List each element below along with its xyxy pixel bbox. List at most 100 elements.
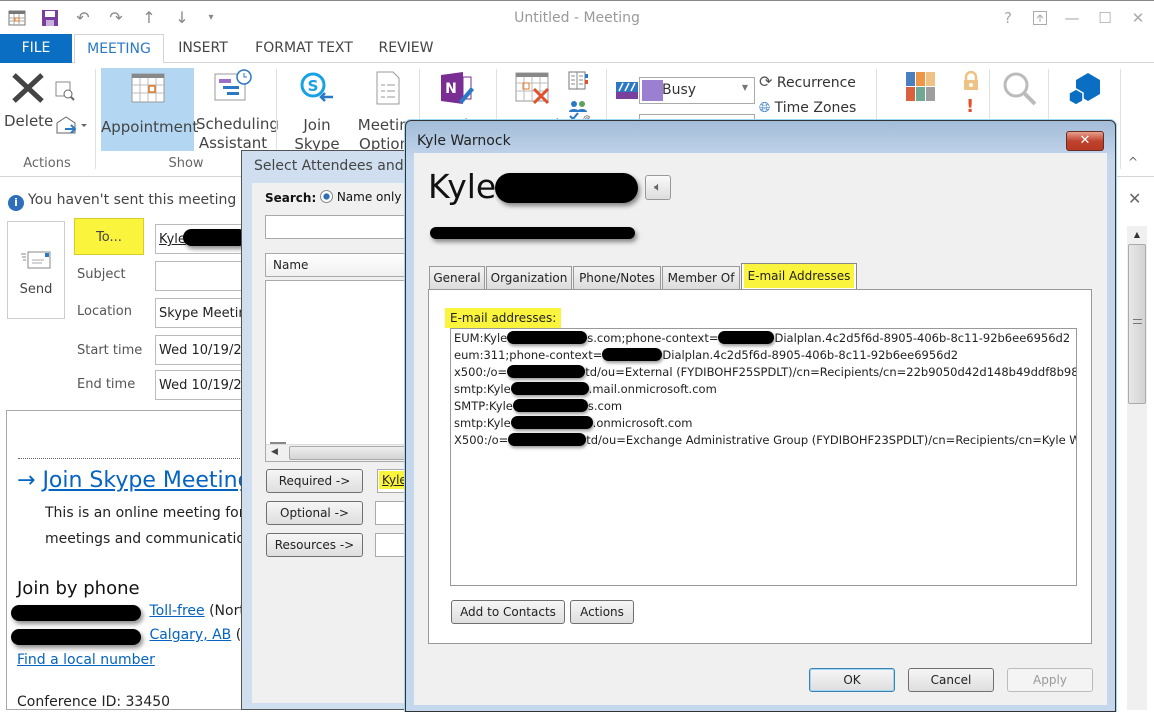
- tab-file[interactable]: FILE: [0, 34, 72, 63]
- address-row[interactable]: smtp:Kyle .onmicrosoft.com: [454, 415, 1073, 432]
- send-label: Send: [19, 282, 53, 297]
- close-window-icon[interactable]: ✕: [1126, 7, 1150, 29]
- save-icon[interactable]: [41, 9, 59, 27]
- scroll-up-arrow-icon[interactable]: ▲: [1127, 226, 1147, 239]
- address-suffix: td/ou=External (FYDIBOHF25SPDLT)/cn=Reci…: [585, 365, 1077, 379]
- show-as-icon: [616, 82, 638, 104]
- add-to-contacts-button[interactable]: Add to Contacts: [451, 600, 565, 624]
- redacted-phone: [11, 605, 141, 621]
- location-label: Location: [77, 304, 132, 319]
- tab-general[interactable]: General: [429, 266, 485, 289]
- to-button[interactable]: To...: [74, 218, 144, 255]
- tab-email-addresses[interactable]: E-mail Addresses: [741, 263, 857, 290]
- join-skype-link-text[interactable]: Join Skype Meeting: [42, 468, 246, 493]
- scroll-left-arrow-icon[interactable]: ◀: [271, 447, 278, 457]
- onenote-icon: N: [441, 72, 474, 104]
- chevron-down-icon: ▼: [741, 83, 748, 92]
- join-skype-meeting-link[interactable]: → Join Skype Meeting: [17, 468, 246, 493]
- optional-button[interactable]: Optional ->: [266, 501, 363, 525]
- address-row[interactable]: x500:/o= td/ou=External (FYDIBOHF25SPDLT)…: [454, 364, 1076, 381]
- address-row[interactable]: X500:/o= td/ou=Exchange Administrative Gr…: [454, 432, 1076, 449]
- divider: [18, 458, 246, 459]
- scheduling-assistant-button[interactable]: Scheduling Assistant: [196, 68, 279, 153]
- subject-field[interactable]: [155, 261, 245, 291]
- ok-button[interactable]: OK: [809, 668, 895, 692]
- cancel-button[interactable]: Cancel: [908, 668, 994, 692]
- time-zones-label: Time Zones: [774, 100, 857, 116]
- end-time-label: End time: [77, 377, 136, 392]
- redacted-text: [512, 399, 588, 412]
- close-dialog-button[interactable]: ✕: [1066, 131, 1104, 151]
- start-date-field[interactable]: Wed 10/19/2016: [155, 335, 245, 365]
- find-local-number-link[interactable]: Find a local number: [17, 652, 155, 668]
- address-prefix: x500:/o=: [454, 365, 508, 379]
- subject-label: Subject: [77, 267, 126, 282]
- address-row[interactable]: EUM:Kyle s.com;phone-context= Dialplan.4c2…: [454, 330, 1073, 347]
- calendar-icon[interactable]: [8, 9, 26, 27]
- search-input[interactable]: [265, 215, 425, 239]
- redo-icon[interactable]: ↷: [107, 9, 125, 27]
- horizontal-scrollbar[interactable]: ◀: [266, 444, 429, 461]
- address-row[interactable]: eum:311;phone-context= Dialplan.4c2d5f6d-…: [454, 347, 1073, 364]
- address-list[interactable]: ◀: [265, 280, 429, 462]
- pronounce-name-button[interactable]: 🔈︎: [645, 175, 671, 200]
- vertical-scrollbar[interactable]: ▲: [1127, 226, 1147, 710]
- collapse-ribbon-icon[interactable]: ^: [1128, 155, 1138, 169]
- calendar-search-icon[interactable]: [55, 81, 75, 105]
- show-as-dropdown[interactable]: Busy ▼: [639, 77, 755, 104]
- time-zones-button[interactable]: 🌐︎ Time Zones: [759, 100, 856, 116]
- tab-member-of[interactable]: Member Of: [662, 266, 740, 289]
- help-icon[interactable]: ?: [996, 7, 1020, 29]
- tab-phone-notes[interactable]: Phone/Notes: [573, 266, 661, 289]
- up-arrow-icon[interactable]: ↑: [140, 9, 158, 27]
- recurrence-button[interactable]: ⟳ Recurrence: [759, 72, 856, 91]
- required-button[interactable]: Required ->: [266, 469, 363, 493]
- contact-display-name: Kyle: [428, 167, 497, 206]
- column-header-name[interactable]: Name: [265, 253, 425, 277]
- delete-button[interactable]: Delete: [4, 71, 54, 131]
- skype-icon: S: [300, 72, 333, 102]
- tab-format-text[interactable]: FORMAT TEXT: [246, 34, 362, 63]
- customize-quick-access-icon[interactable]: ▾: [202, 9, 220, 27]
- address-row[interactable]: smtp:Kyle .mail.onmicrosoft.com: [454, 381, 1073, 398]
- location-field[interactable]: Skype Meeting: [155, 298, 245, 328]
- grip-icon: [1133, 319, 1142, 324]
- ribbon-display-options-icon[interactable]: [1028, 7, 1052, 29]
- email-addresses-list[interactable]: EUM:Kyle s.com;phone-context= Dialplan.4c2…: [450, 328, 1077, 586]
- to-recipient[interactable]: Kyle: [159, 232, 186, 247]
- private-lock-icon[interactable]: [962, 70, 980, 95]
- tab-insert[interactable]: INSERT: [168, 34, 238, 63]
- meeting-body[interactable]: → Join Skype Meeting This is an online m…: [6, 410, 246, 710]
- name-only-radio[interactable]: Name only: [320, 190, 401, 204]
- find-local-number-text[interactable]: Find a local number: [17, 652, 155, 668]
- apply-button[interactable]: Apply: [1007, 668, 1093, 692]
- address-row[interactable]: SMTP:Kyle s.com: [454, 398, 1073, 415]
- send-button[interactable]: Send: [7, 221, 65, 319]
- calgary-link[interactable]: Calgary, AB: [149, 627, 231, 643]
- recurrence-label: Recurrence: [776, 75, 856, 91]
- high-importance-icon[interactable]: !: [966, 96, 974, 117]
- forward-mail-icon[interactable]: [55, 115, 87, 139]
- undo-icon[interactable]: ↶: [74, 9, 92, 27]
- tab-meeting[interactable]: MEETING: [74, 34, 164, 64]
- appointment-button[interactable]: Appointment: [101, 68, 198, 151]
- close-infobar-icon[interactable]: ✕: [1128, 189, 1141, 208]
- maximize-icon[interactable]: ☐: [1093, 7, 1117, 29]
- minimize-icon[interactable]: —: [1060, 7, 1084, 29]
- name-only-label: Name only: [336, 190, 402, 204]
- dialog-title: Kyle Warnock: [417, 133, 511, 149]
- down-arrow-icon[interactable]: ↓: [173, 9, 191, 27]
- tab-review[interactable]: REVIEW: [372, 34, 440, 63]
- contact-properties-dialog: Kyle Warnock ✕ Kyle 🔈︎ General Organizat…: [405, 120, 1116, 712]
- tab-organization[interactable]: Organization: [486, 266, 572, 289]
- address-suffix: td/ou=Exchange Administrative Group (FYD…: [586, 433, 1077, 447]
- ribbon-separator: [1120, 69, 1121, 169]
- tollfree-link[interactable]: Toll-free: [149, 603, 204, 619]
- redacted-text: [507, 365, 586, 378]
- resources-button[interactable]: Resources ->: [266, 533, 363, 557]
- address-book-icon[interactable]: [568, 71, 590, 95]
- actions-button[interactable]: Actions: [570, 600, 634, 624]
- delete-label: Delete: [4, 112, 54, 130]
- end-date-field[interactable]: Wed 10/19/2016: [155, 370, 245, 400]
- scrollbar-thumb[interactable]: [1128, 244, 1146, 404]
